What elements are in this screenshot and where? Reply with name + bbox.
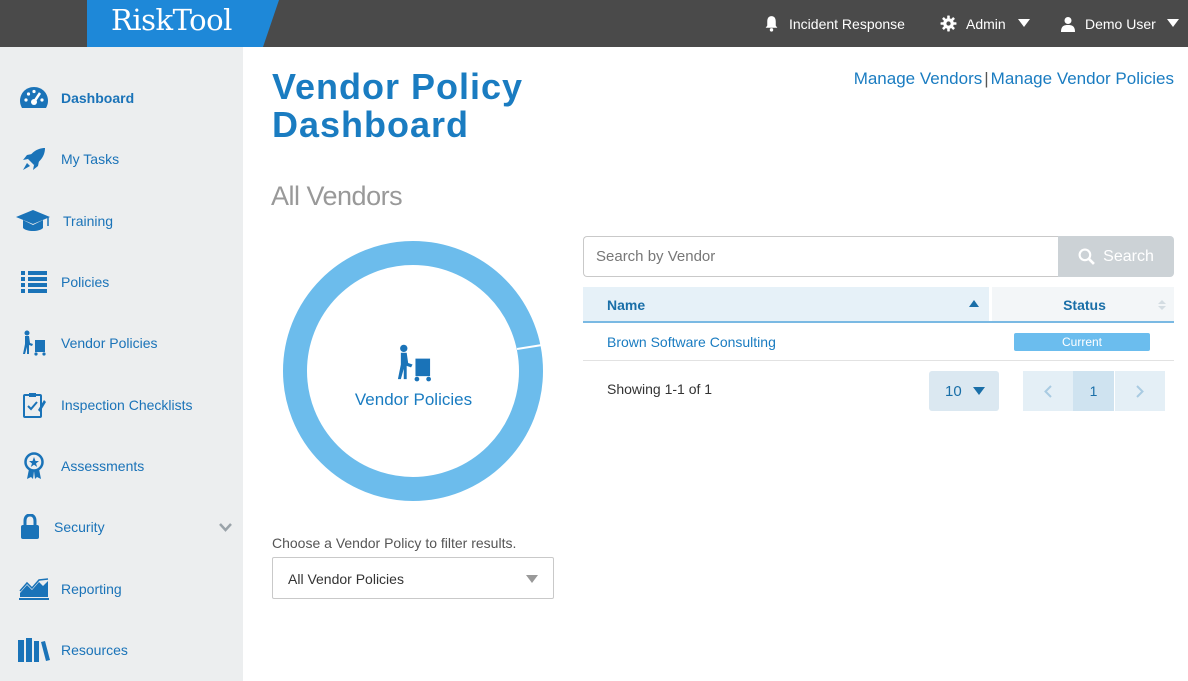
- sidebar-item-assessments[interactable]: Assessments: [0, 446, 243, 486]
- incident-response-label: Incident Response: [789, 15, 905, 32]
- status-badge: Current: [1014, 333, 1150, 351]
- sidebar-item-label: Policies: [61, 274, 110, 290]
- table-header: Name Status: [583, 287, 1174, 323]
- top-bar: RiskTool Incident Response Admin Demo Us…: [0, 0, 1188, 47]
- sidebar-item-inspection-checklists[interactable]: Inspection Checklists: [0, 385, 243, 425]
- incident-response-button[interactable]: Incident Response: [763, 0, 905, 47]
- manage-vendors-link[interactable]: Manage Vendors: [854, 69, 983, 88]
- column-header-name-label: Name: [607, 297, 646, 313]
- sidebar-item-my-tasks[interactable]: My Tasks: [0, 139, 243, 179]
- donut-center-label: Vendor Policies: [354, 390, 473, 409]
- column-header-status[interactable]: Status: [989, 287, 1174, 321]
- bell-icon: [765, 16, 778, 32]
- chevron-right-icon: [1136, 384, 1144, 398]
- column-header-status-label: Status: [1063, 297, 1106, 313]
- list-icon: [18, 266, 50, 298]
- user-label: Demo User: [1085, 15, 1156, 32]
- sidebar-item-resources[interactable]: Resources: [0, 630, 243, 670]
- admin-label: Admin: [966, 15, 1006, 32]
- page-size-value: 10: [945, 383, 962, 400]
- column-header-name[interactable]: Name: [583, 287, 989, 321]
- sidebar-item-label: Inspection Checklists: [61, 397, 193, 413]
- user-caret-down-icon[interactable]: [1167, 18, 1179, 28]
- search-button[interactable]: Search: [1058, 236, 1174, 277]
- sidebar-item-training[interactable]: Training: [0, 201, 243, 241]
- logo[interactable]: RiskTool: [87, 0, 279, 47]
- rocket-icon: [18, 143, 50, 175]
- search-field-wrap: [583, 236, 1059, 277]
- books-icon: [18, 634, 50, 666]
- hand-truck-icon: [18, 327, 50, 359]
- caret-down-icon: [526, 575, 538, 583]
- sidebar-item-label: Training: [63, 213, 114, 229]
- graduation-cap-icon: [14, 205, 52, 237]
- caret-down-icon: [973, 387, 985, 395]
- sidebar-item-policies[interactable]: Policies: [0, 262, 243, 302]
- table-row[interactable]: Brown Software Consulting Current: [583, 324, 1174, 361]
- manage-vendor-policies-link[interactable]: Manage Vendor Policies: [991, 69, 1174, 88]
- user-menu[interactable]: Demo User: [1060, 0, 1156, 47]
- vendor-policy-filter-select[interactable]: All Vendor Policies: [272, 557, 554, 599]
- sort-ascending-icon: [969, 300, 979, 307]
- filter-hint: Choose a Vendor Policy to filter results…: [272, 535, 517, 551]
- clipboard-check-icon: [18, 389, 50, 421]
- gear-icon: [940, 15, 957, 32]
- sidebar-item-dashboard[interactable]: Dashboard: [0, 78, 243, 118]
- sidebar-item-security[interactable]: Security: [0, 507, 243, 547]
- sidebar-item-label: Assessments: [61, 458, 145, 474]
- sidebar-item-label: Security: [54, 519, 105, 535]
- vendor-name-link[interactable]: Brown Software Consulting: [607, 334, 776, 350]
- previous-page-button[interactable]: [1023, 371, 1073, 411]
- page-size-select[interactable]: 10: [929, 371, 999, 411]
- award-ribbon-icon: [18, 450, 50, 482]
- donut-center-icon-wrap: [308, 344, 519, 387]
- sidebar-item-label: Vendor Policies: [61, 335, 158, 351]
- filter-selected-value: All Vendor Policies: [288, 571, 404, 587]
- logo-text: RiskTool: [111, 3, 232, 37]
- lock-icon: [14, 511, 46, 543]
- search-button-label: Search: [1103, 247, 1154, 265]
- admin-menu[interactable]: Admin: [940, 0, 1006, 47]
- link-separator: |: [984, 69, 989, 88]
- dashboard-gauge-icon: [18, 82, 50, 114]
- sidebar-item-reporting[interactable]: Reporting: [0, 569, 243, 609]
- section-title: All Vendors: [271, 181, 403, 211]
- search-icon: [1078, 248, 1096, 265]
- sidebar-item-label: Reporting: [61, 581, 122, 597]
- chevron-left-icon: [1044, 384, 1052, 398]
- hand-truck-icon: [397, 344, 431, 382]
- sidebar-item-label: Dashboard: [61, 90, 135, 106]
- user-icon: [1061, 16, 1075, 32]
- sidebar-item-vendor-policies[interactable]: Vendor Policies: [0, 323, 243, 363]
- sort-unsorted-icon: [1158, 300, 1166, 310]
- page-title: Vendor Policy Dashboard: [272, 66, 524, 145]
- current-page-button[interactable]: 1: [1073, 371, 1114, 411]
- chevron-down-icon[interactable]: [219, 522, 232, 532]
- sidebar-item-label: Resources: [61, 642, 128, 658]
- area-chart-icon: [17, 573, 51, 605]
- showing-count: Showing 1-1 of 1: [607, 381, 713, 397]
- header-links: Manage Vendors | Manage Vendor Policies: [854, 69, 1174, 89]
- next-page-button[interactable]: [1115, 371, 1165, 411]
- sidebar-item-label: My Tasks: [61, 151, 120, 167]
- vendor-search-input[interactable]: [584, 237, 1059, 276]
- sidebar: Dashboard My Tasks Training Policies Ven…: [0, 47, 243, 681]
- pagination: 1: [1023, 371, 1165, 411]
- admin-caret-down-icon[interactable]: [1018, 18, 1030, 28]
